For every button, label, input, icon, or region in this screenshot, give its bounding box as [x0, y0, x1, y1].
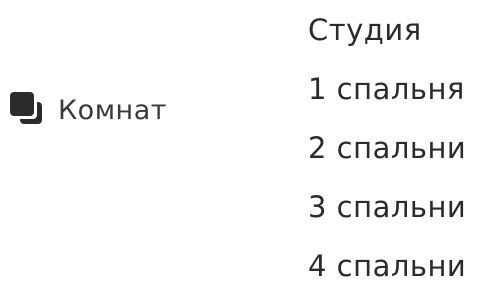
- rooms-icon: [10, 92, 46, 128]
- room-option-4-bedrooms[interactable]: 4 спальни: [308, 236, 498, 295]
- rooms-filter-label-group: Комнат: [10, 88, 167, 132]
- rooms-filter: Комнат Студия 1 спальня 2 спальни 3 спал…: [0, 0, 498, 297]
- room-option-studio[interactable]: Студия: [308, 0, 498, 59]
- room-option-3-bedrooms[interactable]: 3 спальни: [308, 177, 498, 236]
- rooms-icon-front-square: [10, 92, 34, 116]
- rooms-options-list: Студия 1 спальня 2 спальни 3 спальни 4 с…: [308, 0, 498, 295]
- rooms-filter-label: Комнат: [58, 94, 167, 126]
- room-option-1-bedroom[interactable]: 1 спальня: [308, 59, 498, 118]
- room-option-2-bedrooms[interactable]: 2 спальни: [308, 118, 498, 177]
